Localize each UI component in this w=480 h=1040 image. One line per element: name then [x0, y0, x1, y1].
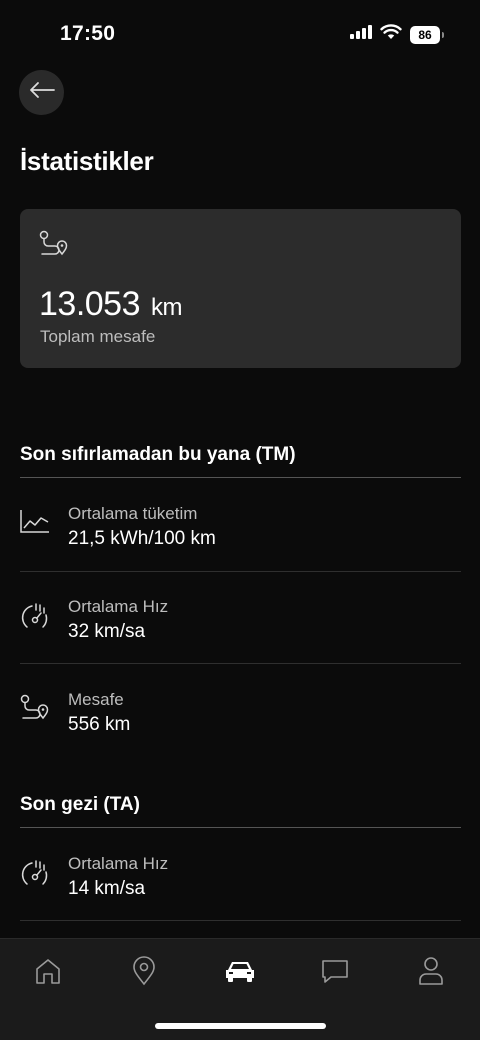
stat-label: Ortalama Hız — [68, 854, 169, 873]
tab-profile[interactable] — [413, 955, 449, 991]
stat-label: Ortalama tüketim — [68, 504, 198, 523]
section-title-ta: Son gezi (TA) — [20, 794, 140, 815]
stat-row-distance: Mesafe 556 km — [20, 686, 461, 756]
battery-icon: 86 — [410, 25, 444, 44]
stat-value: 21,5 kWh/100 km — [68, 528, 216, 549]
stat-value: 556 km — [68, 714, 131, 735]
cellular-signal-icon — [350, 25, 372, 44]
stat-value: 32 km/sa — [68, 621, 146, 642]
row-divider — [20, 571, 461, 572]
tab-car[interactable] — [222, 955, 258, 991]
page-title: İstatistikler — [20, 146, 154, 176]
home-indicator[interactable] — [155, 1023, 326, 1029]
location-pin-icon — [131, 955, 157, 991]
profile-icon — [417, 956, 445, 991]
stat-value: 14 km/sa — [68, 878, 146, 899]
back-button[interactable] — [19, 70, 64, 115]
row-divider — [20, 663, 461, 664]
route-icon — [39, 230, 69, 263]
status-time: 17:50 — [60, 22, 116, 45]
total-distance-card: 13.053 km Toplam mesafe — [20, 209, 461, 368]
tab-home[interactable] — [30, 955, 66, 991]
row-divider — [20, 920, 461, 921]
total-distance-value: 13.053 km — [39, 285, 182, 324]
total-distance-label: Toplam mesafe — [40, 327, 156, 346]
section-divider — [20, 827, 461, 828]
section-title-tm: Son sıfırlamadan bu yana (TM) — [20, 444, 296, 465]
status-bar: 17:50 86 — [0, 0, 480, 64]
chat-icon — [320, 957, 350, 990]
arrow-left-icon — [29, 81, 55, 104]
total-distance-unit: km — [150, 294, 183, 321]
stat-label: Mesafe — [68, 690, 124, 709]
home-icon — [34, 957, 62, 990]
tab-messages[interactable] — [317, 955, 353, 991]
total-distance-number: 13.053 — [39, 285, 141, 323]
route-icon — [20, 694, 50, 724]
stat-row-avg-consumption: Ortalama tüketim 21,5 kWh/100 km — [20, 500, 461, 570]
tab-map[interactable] — [126, 955, 162, 991]
speedometer-icon — [20, 601, 50, 631]
stat-label: Ortalama Hız — [68, 597, 169, 616]
speedometer-icon — [20, 858, 50, 888]
car-icon — [224, 958, 256, 989]
section-divider — [20, 477, 461, 478]
wifi-icon — [380, 24, 402, 45]
stat-row-last-trip-speed: Ortalama Hız 14 km/sa — [20, 850, 461, 920]
stat-row-avg-speed: Ortalama Hız 32 km/sa — [20, 593, 461, 663]
status-icons: 86 — [350, 24, 444, 45]
chart-line-icon — [20, 508, 50, 538]
